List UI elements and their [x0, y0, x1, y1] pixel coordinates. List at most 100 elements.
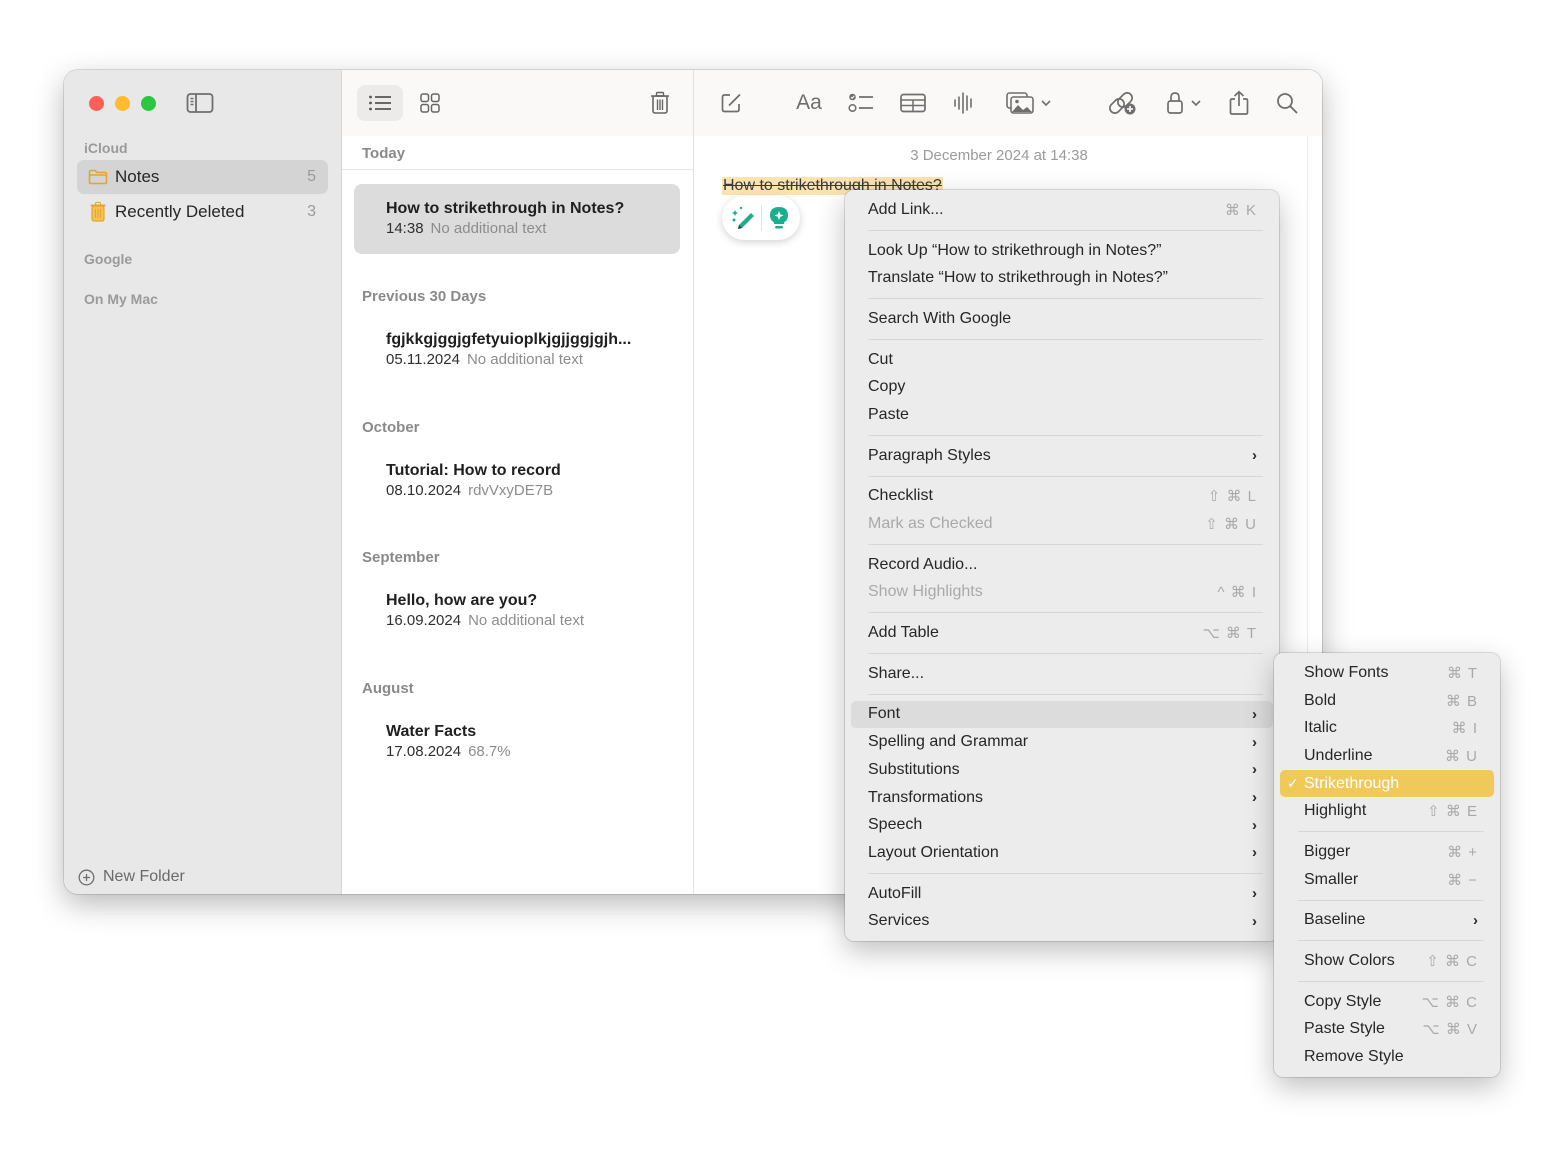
menu-separator	[868, 475, 1263, 477]
media-menu-button[interactable]	[1002, 87, 1056, 119]
share-button[interactable]	[1226, 87, 1252, 119]
note-list-item[interactable]: Water Facts 17.08.2024 68.7%	[354, 707, 680, 777]
waveform-icon	[954, 92, 972, 114]
lock-menu-button[interactable]	[1162, 87, 1206, 119]
note-list-item[interactable]: Tutorial: How to record 08.10.2024 rdvVxy…	[354, 446, 680, 516]
menu-item-underline[interactable]: Underline ⌘ U	[1280, 742, 1494, 770]
menu-item-paragraph-styles[interactable]: Paragraph Styles ›	[851, 442, 1273, 470]
menu-item-label: Look Up “How to strikethrough in Notes?”	[868, 241, 1162, 259]
writing-tools-button[interactable]	[730, 204, 758, 232]
close-window-button[interactable]	[89, 96, 104, 111]
gallery-view-button[interactable]	[412, 85, 448, 121]
group-header-september: September	[362, 549, 440, 566]
group-header-august: August	[362, 680, 414, 697]
menu-item-search-with-google[interactable]: Search With Google	[851, 305, 1273, 333]
note-date: 14:38	[386, 220, 424, 237]
menu-item-translate[interactable]: Translate “How to strikethrough in Notes…	[851, 264, 1273, 292]
menu-item-label: Add Table	[868, 624, 939, 642]
note-list-item[interactable]: Hello, how are you? 16.09.2024 No additio…	[354, 576, 680, 646]
menu-item-services[interactable]: Services ›	[851, 907, 1273, 935]
note-list-item[interactable]: fgjkkgjggjgfetyuioplkjgjjggjgjh... 05.11…	[354, 315, 680, 385]
menu-item-show-colors[interactable]: Show Colors ⇧ ⌘ C	[1280, 947, 1494, 975]
menu-item-copy-style[interactable]: Copy Style ⌥ ⌘ C	[1280, 988, 1494, 1016]
menu-item-record-audio[interactable]: Record Audio...	[851, 551, 1273, 579]
menu-item-bold[interactable]: Bold ⌘ B	[1280, 687, 1494, 715]
menu-separator	[1298, 980, 1484, 982]
shortcut: ^ ⌘ I	[1217, 584, 1257, 602]
chevron-down-icon	[1041, 100, 1051, 107]
table-button[interactable]	[898, 87, 928, 119]
chevron-right-icon: ›	[1252, 885, 1257, 903]
new-note-button[interactable]	[716, 87, 746, 119]
new-folder-button[interactable]: New Folder	[78, 868, 185, 886]
menu-item-label: Underline	[1304, 746, 1373, 764]
record-audio-button[interactable]	[950, 87, 978, 119]
menu-item-layout-orientation[interactable]: Layout Orientation ›	[851, 839, 1273, 867]
menu-item-label: Highlight	[1304, 802, 1367, 820]
shortcut: ⌘ K	[1224, 201, 1257, 219]
menu-item-font[interactable]: Font ›	[851, 700, 1273, 729]
minimize-window-button[interactable]	[115, 96, 130, 111]
menu-item-add-link[interactable]: Add Link... ⌘ K	[851, 196, 1273, 224]
menu-item-transformations[interactable]: Transformations ›	[851, 784, 1273, 812]
note-title: fgjkkgjggjgfetyuioplkjgjjggjgjh...	[386, 331, 632, 348]
toggle-sidebar-button[interactable]	[186, 92, 214, 114]
window-controls	[89, 96, 156, 111]
menu-separator	[868, 872, 1263, 874]
menu-item-label: Transformations	[868, 788, 983, 806]
sidebar-item-recently-deleted[interactable]: Recently Deleted 3	[77, 195, 328, 229]
note-list-item[interactable]: How to strikethrough in Notes? 14:38 No a…	[354, 184, 680, 254]
list-view-button[interactable]	[357, 85, 403, 121]
lock-icon	[1167, 92, 1183, 114]
menu-item-mark-as-checked: Mark as Checked ⇧ ⌘ U	[851, 510, 1273, 538]
checklist-button[interactable]	[846, 87, 876, 119]
menu-item-label: Checklist	[868, 487, 933, 505]
menu-item-label: Services	[868, 912, 930, 930]
note-date: 08.10.2024	[386, 482, 462, 499]
divider	[760, 205, 762, 231]
note-list: Today How to strikethrough in Notes? 14:…	[342, 70, 694, 894]
menu-item-cut[interactable]: Cut	[851, 346, 1273, 374]
menu-item-label: Copy	[868, 378, 906, 396]
sidebar-item-notes[interactable]: Notes 5	[77, 160, 328, 194]
menu-item-label: Italic	[1304, 719, 1337, 737]
menu-item-share[interactable]: Share...	[851, 660, 1273, 688]
menu-item-copy[interactable]: Copy	[851, 373, 1273, 401]
collaborate-button[interactable]	[1108, 87, 1138, 119]
image-playground-button[interactable]	[765, 204, 793, 232]
menu-item-italic[interactable]: Italic ⌘ I	[1280, 714, 1494, 742]
menu-item-smaller[interactable]: Smaller ⌘ −	[1280, 866, 1494, 894]
note-date: 05.11.2024	[386, 351, 460, 368]
menu-item-checklist[interactable]: Checklist ⇧ ⌘ L	[851, 483, 1273, 511]
menu-item-spelling-and-grammar[interactable]: Spelling and Grammar ›	[851, 728, 1273, 756]
menu-item-remove-style[interactable]: Remove Style	[1280, 1043, 1494, 1071]
menu-item-label: Cut	[868, 350, 893, 368]
menu-item-paste-style[interactable]: Paste Style ⌥ ⌘ V	[1280, 1016, 1494, 1044]
section-on-my-mac[interactable]: On My Mac	[84, 291, 158, 307]
note-date: 17.08.2024	[386, 743, 462, 760]
menu-item-label: Paste Style	[1304, 1020, 1385, 1038]
menu-item-label: Spelling and Grammar	[868, 733, 1029, 751]
group-header-today: Today	[362, 145, 406, 162]
menu-item-highlight[interactable]: Highlight ⇧ ⌘ E	[1280, 797, 1494, 825]
menu-item-label: Translate “How to strikethrough in Notes…	[868, 269, 1168, 287]
menu-item-strikethrough[interactable]: ✓ Strikethrough	[1280, 769, 1494, 798]
menu-item-label: Remove Style	[1304, 1048, 1404, 1066]
menu-item-add-table[interactable]: Add Table ⌥ ⌘ T	[851, 619, 1273, 647]
menu-item-bigger[interactable]: Bigger ⌘ +	[1280, 838, 1494, 866]
chevron-right-icon: ›	[1252, 705, 1257, 723]
menu-item-autofill[interactable]: AutoFill ›	[851, 880, 1273, 908]
menu-item-substitutions[interactable]: Substitutions ›	[851, 756, 1273, 784]
zoom-window-button[interactable]	[141, 96, 156, 111]
note-preview: No additional text	[468, 612, 584, 629]
menu-item-look-up[interactable]: Look Up “How to strikethrough in Notes?”	[851, 237, 1273, 265]
menu-item-baseline[interactable]: Baseline ›	[1280, 907, 1494, 935]
menu-item-show-fonts[interactable]: Show Fonts ⌘ T	[1280, 659, 1494, 687]
delete-note-button[interactable]	[642, 85, 678, 121]
section-google[interactable]: Google	[84, 251, 132, 267]
search-button[interactable]	[1274, 87, 1300, 119]
sidebar-icon	[186, 93, 214, 113]
menu-item-speech[interactable]: Speech ›	[851, 811, 1273, 839]
menu-item-paste[interactable]: Paste	[851, 401, 1273, 429]
format-button[interactable]: Aa	[792, 87, 826, 119]
